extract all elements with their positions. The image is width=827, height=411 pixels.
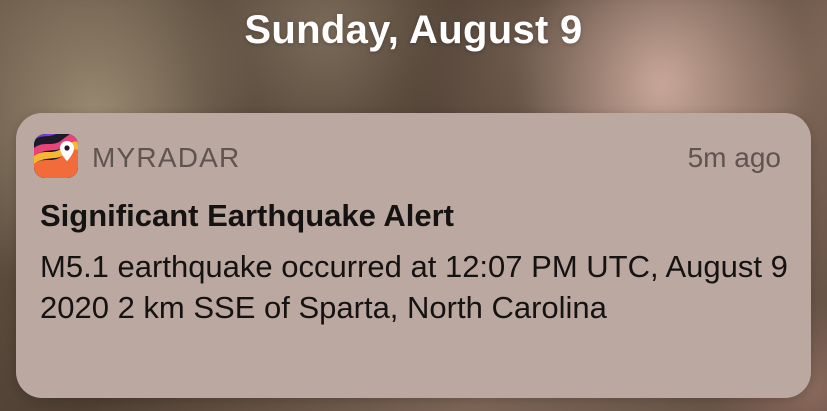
app-name-label: MYRADAR	[92, 142, 241, 173]
notification-timestamp: 5m ago	[687, 142, 781, 173]
notification-body: M5.1 earthquake occurred at 12:07 PM UTC…	[40, 249, 788, 325]
notification-title: Significant Earthquake Alert	[40, 198, 454, 233]
lock-screen-date: Sunday, August 9	[244, 8, 583, 52]
myradar-app-icon	[34, 134, 78, 178]
